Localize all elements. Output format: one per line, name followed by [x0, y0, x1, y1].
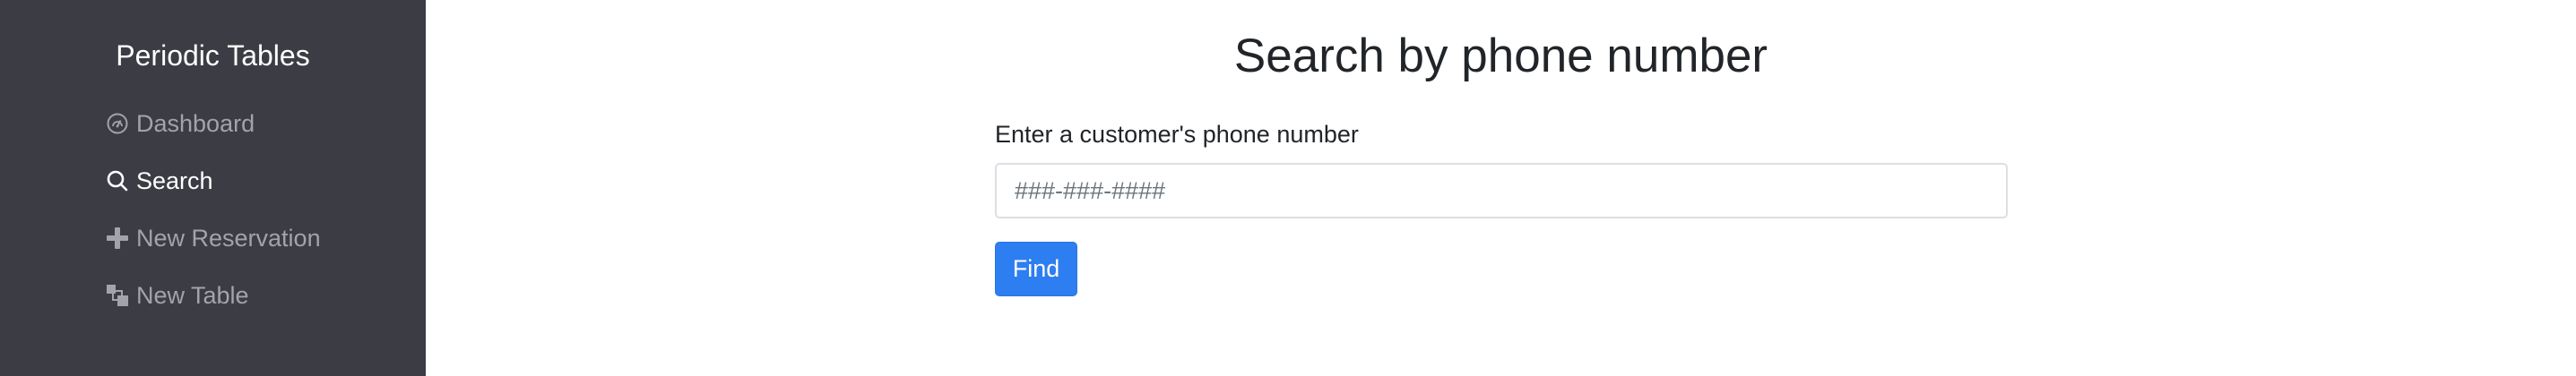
sidebar-item-label: New Table	[136, 281, 249, 309]
layers-icon	[106, 284, 129, 307]
sidebar-item-dashboard[interactable]: Dashboard	[106, 95, 321, 152]
sidebar-item-label: Dashboard	[136, 109, 255, 137]
plus-icon	[106, 226, 129, 250]
search-icon	[106, 169, 129, 192]
phone-number-input[interactable]	[995, 163, 2008, 218]
sidebar-item-new-reservation[interactable]: New Reservation	[106, 209, 321, 267]
sidebar-item-label: New Reservation	[136, 224, 321, 252]
dashboard-icon	[106, 112, 129, 135]
app-root: Periodic Tables Dashboard Search New Res…	[0, 0, 2576, 376]
sidebar-nav: Dashboard Search New Reservation New Tab…	[106, 95, 321, 324]
find-button[interactable]: Find	[995, 242, 1077, 296]
brand-title[interactable]: Periodic Tables	[0, 36, 426, 75]
sidebar-item-label: Search	[136, 167, 213, 194]
main-content: Search by phone number Enter a customer'…	[426, 0, 2576, 376]
sidebar: Periodic Tables Dashboard Search New Res…	[0, 0, 426, 376]
page-title: Search by phone number	[1233, 30, 1768, 82]
search-form: Enter a customer's phone number Find	[995, 118, 2008, 296]
sidebar-item-search[interactable]: Search	[106, 152, 321, 209]
sidebar-item-new-table[interactable]: New Table	[106, 267, 321, 324]
phone-field-label: Enter a customer's phone number	[995, 121, 1359, 148]
